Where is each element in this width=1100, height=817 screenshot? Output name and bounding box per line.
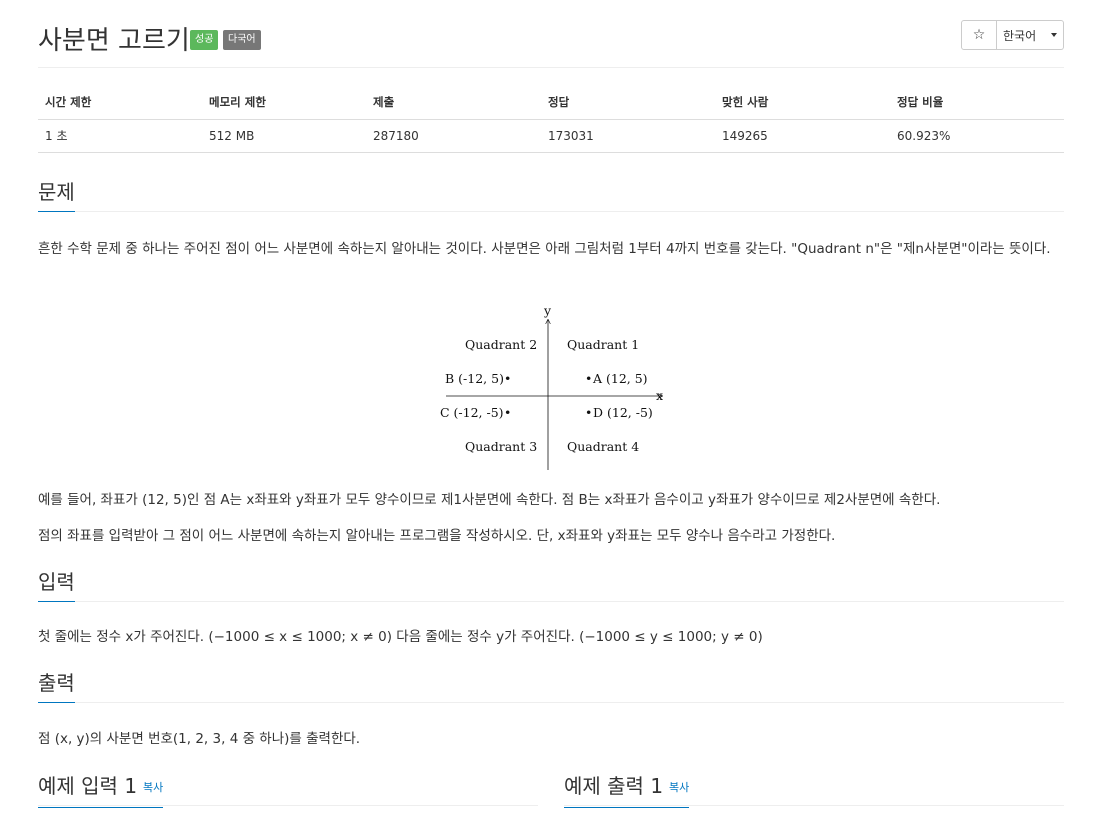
- header-memory-limit: 메모리 제한: [202, 86, 366, 120]
- quadrant-1-label: Quadrant 1: [567, 337, 639, 352]
- header-solved-users: 맞힌 사람: [715, 86, 890, 120]
- output-section-heading: 출력: [38, 669, 1064, 703]
- problem-example-text: 예를 들어, 좌표가 (12, 5)인 점 A는 x좌표와 y좌표가 모두 양수…: [38, 492, 941, 508]
- sample-output-heading: 예제 출력 1 복사: [564, 772, 690, 808]
- badge-multilanguage: 다국어: [223, 30, 261, 50]
- problem-title: 사분면 고르기: [38, 26, 190, 56]
- table-header-row: 시간 제한 메모리 제한 제출 정답 맞힌 사람 정답 비율: [38, 86, 1064, 120]
- problem-header: 사분면 고르기 성공 다국어 ☆ 한국어: [38, 18, 1064, 68]
- status-badge-success: 성공: [190, 30, 219, 50]
- star-icon: ☆: [972, 27, 986, 43]
- point-b-label: B (-12, 5): [445, 371, 504, 386]
- header-accepted: 정답: [541, 86, 715, 120]
- quadrant-4-label: Quadrant 4: [567, 439, 639, 454]
- y-axis-label: y: [543, 303, 552, 318]
- x-axis-label: x: [656, 388, 663, 403]
- memory-limit-value: 512 MB: [202, 119, 366, 153]
- table-row: 1 초 512 MB 287180 173031 149265 60.923%: [38, 119, 1064, 153]
- problem-heading: 문제: [38, 178, 75, 212]
- problem-section-heading: 문제: [38, 178, 1064, 212]
- header-submissions: 제출: [366, 86, 541, 120]
- quadrant-2-label: Quadrant 2: [465, 337, 537, 352]
- point-d-dot: •: [585, 405, 592, 420]
- point-b-dot: •: [504, 371, 511, 386]
- accepted-value: 173031: [541, 119, 715, 153]
- time-limit-value: 1 초: [38, 119, 202, 153]
- accept-ratio-value: 60.923%: [890, 119, 1064, 153]
- header-time-limit: 시간 제한: [38, 86, 202, 120]
- header-button-group: ☆ 한국어: [961, 20, 1064, 50]
- problem-intro-text: 흔한 수학 문제 중 하나는 주어진 점이 어느 사분면에 속하는지 알아내는 …: [38, 241, 1051, 257]
- output-description: 점 (x, y)의 사분면 번호(1, 2, 3, 4 중 하나)를 출력한다.: [38, 731, 361, 747]
- language-label: 한국어: [1003, 28, 1037, 43]
- caret-down-icon: [1051, 33, 1057, 37]
- sample-output-heading-row: 예제 출력 1 복사: [564, 772, 1064, 808]
- header-accept-ratio: 정답 비율: [890, 86, 1064, 120]
- star-button[interactable]: ☆: [961, 20, 997, 50]
- submissions-value: 287180: [366, 119, 541, 153]
- input-heading: 입력: [38, 568, 75, 602]
- input-section-heading: 입력: [38, 568, 1064, 602]
- solved-users-value: 149265: [715, 119, 890, 153]
- problem-info-table: 시간 제한 메모리 제한 제출 정답 맞힌 사람 정답 비율 1 초 512 M…: [38, 86, 1064, 153]
- point-d-label: D (12, -5): [593, 405, 653, 420]
- point-c-dot: •: [504, 405, 511, 420]
- point-a-dot: •: [585, 371, 592, 386]
- quadrant-3-label: Quadrant 3: [465, 439, 537, 454]
- sample-input-heading: 예제 입력 1 복사: [38, 772, 164, 808]
- quadrant-figure: y x Quadrant 2 Quadrant 1 Quadrant 3 Qua…: [430, 298, 680, 476]
- point-c-label: C (-12, -5): [440, 405, 504, 420]
- copy-sample-output-link[interactable]: 복사: [669, 781, 689, 794]
- sample-input-title: 예제 입력 1: [38, 774, 138, 798]
- point-a-label: A (12, 5): [592, 371, 648, 386]
- quadrant-diagram: y x Quadrant 2 Quadrant 1 Quadrant 3 Qua…: [440, 303, 663, 470]
- sample-input-heading-row: 예제 입력 1 복사: [38, 772, 538, 808]
- copy-sample-input-link[interactable]: 복사: [143, 781, 163, 794]
- problem-task-text: 점의 좌표를 입력받아 그 점이 어느 사분면에 속하는지 알아내는 프로그램을…: [38, 528, 836, 544]
- input-description: 첫 줄에는 정수 x가 주어진다. (−1000 ≤ x ≤ 1000; x ≠…: [38, 629, 763, 645]
- sample-output-title: 예제 출력 1: [564, 774, 664, 798]
- output-heading: 출력: [38, 669, 75, 703]
- language-dropdown[interactable]: 한국어: [997, 20, 1064, 50]
